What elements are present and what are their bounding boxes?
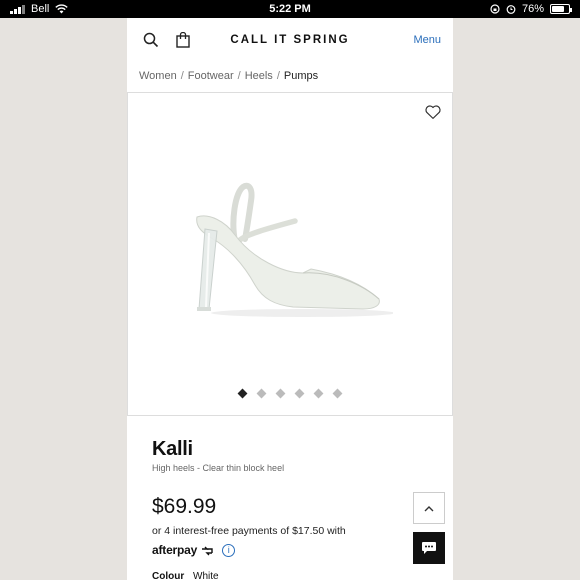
info-icon[interactable]: i	[222, 543, 236, 557]
chat-button[interactable]	[413, 532, 445, 564]
breadcrumb: Women / Footwear / Heels / Pumps	[127, 62, 453, 90]
product-name: Kalli	[152, 438, 193, 460]
breadcrumb-separator: /	[237, 70, 241, 82]
carousel-dot[interactable]	[275, 388, 286, 399]
afterpay-wordmark: afterpay	[152, 543, 198, 557]
breadcrumb-pumps: Pumps	[283, 70, 319, 82]
afterpay-logo: afterpay	[152, 543, 214, 557]
shopping-bag-icon[interactable]	[171, 28, 195, 52]
carrier-label: Bell	[31, 3, 50, 15]
status-bar: Bell 5:22 PM 76%	[0, 0, 580, 18]
carousel-dot[interactable]	[313, 388, 324, 399]
afterpay-row: afterpay i	[152, 543, 428, 557]
left-margin	[0, 18, 127, 580]
carousel-dot[interactable]	[294, 388, 305, 399]
alarm-icon	[506, 5, 516, 14]
search-icon[interactable]	[139, 28, 163, 52]
menu-button[interactable]: Menu	[413, 34, 441, 46]
colour-row: Colour White	[152, 571, 428, 580]
colour-value: White	[193, 571, 219, 580]
afterpay-arrows-icon	[202, 546, 213, 556]
scroll-to-top-button[interactable]	[413, 492, 445, 524]
product-info: Kalli High heels - Clear thin block heel…	[127, 438, 453, 580]
carousel-dot[interactable]	[237, 388, 248, 399]
site-header: CALL IT SPRING Menu	[127, 18, 453, 62]
carousel-dots	[128, 388, 452, 399]
chevron-up-icon	[424, 505, 434, 511]
product-image-gallery[interactable]	[127, 92, 453, 416]
installment-text: or 4 interest-free payments of $17.50 wi…	[152, 525, 346, 537]
signal-icon	[10, 4, 25, 14]
product-image	[196, 182, 393, 317]
product-price: $69.99	[152, 495, 217, 518]
battery-icon	[550, 4, 572, 14]
battery-fill	[552, 6, 565, 12]
status-time: 5:22 PM	[269, 3, 311, 15]
breadcrumb-separator: /	[276, 70, 280, 82]
right-margin	[453, 18, 580, 580]
carousel-dot[interactable]	[256, 388, 267, 399]
product-subtitle: High heels - Clear thin block heel	[152, 463, 285, 473]
heart-icon[interactable]	[424, 103, 442, 121]
breadcrumb-women[interactable]: Women	[139, 70, 177, 82]
breadcrumb-footwear[interactable]: Footwear	[188, 70, 234, 82]
breadcrumb-heels[interactable]: Heels	[245, 70, 273, 82]
breadcrumb-separator: /	[180, 70, 184, 82]
product-page: CALL IT SPRING Menu Women / Footwear / H…	[127, 18, 453, 580]
carousel-dot[interactable]	[332, 388, 343, 399]
battery-percent: 76%	[521, 3, 544, 15]
chat-bubble-icon	[422, 542, 436, 554]
colour-label: Colour	[152, 571, 185, 580]
rotation-lock-icon	[490, 4, 500, 14]
wifi-icon	[55, 4, 69, 14]
